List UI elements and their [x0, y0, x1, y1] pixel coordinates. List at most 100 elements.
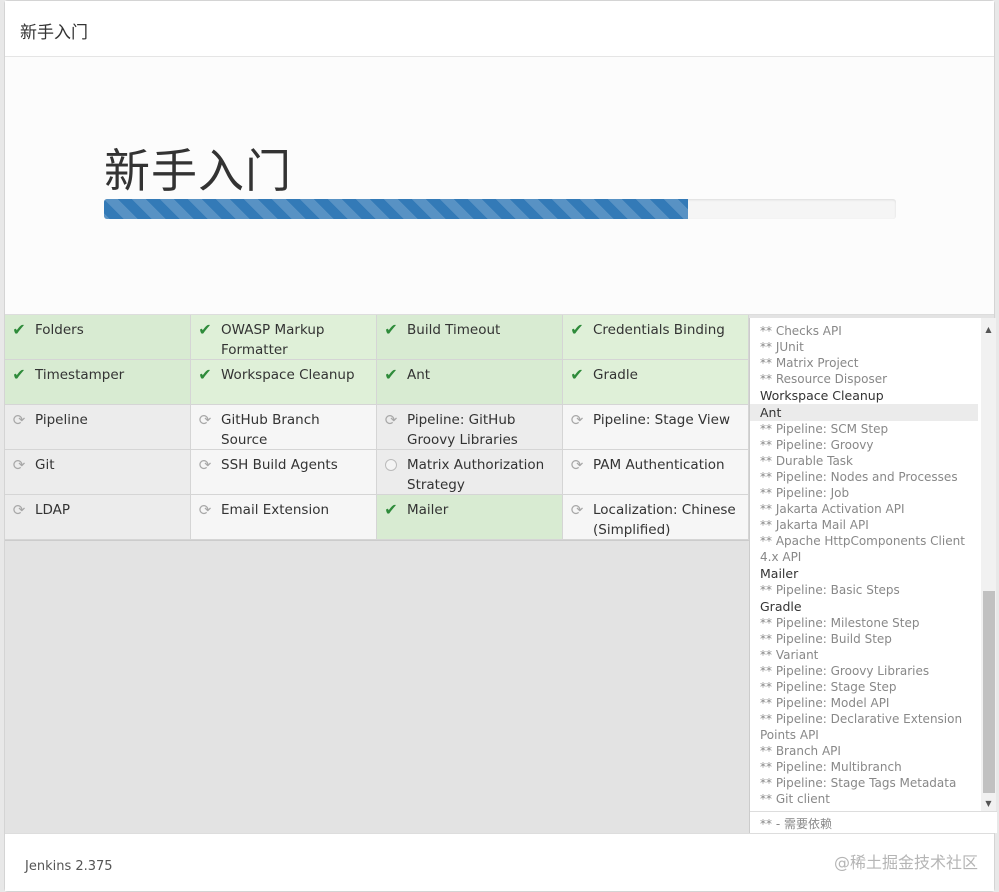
- plugin-name: GitHub Branch Source: [221, 412, 320, 448]
- check-icon: ✔: [384, 365, 398, 384]
- plugin-name: Matrix Authorization Strategy: [407, 457, 545, 493]
- plugin-cell: ✔ OWASP Markup Formatter: [191, 315, 377, 360]
- plugin-cell: ✔ Gradle: [563, 360, 749, 405]
- refresh-icon: ⟳: [384, 411, 398, 429]
- plugin-name: Mailer: [407, 502, 449, 518]
- install-log-lines: ** Checks API ** JUnit ** Matrix Project **…: [750, 323, 984, 807]
- plugin-cell: ✔ Credentials Binding: [563, 315, 749, 360]
- hero-section: 新手入门: [5, 57, 994, 315]
- dependency-legend: ** - 需要依赖: [750, 811, 997, 833]
- scroll-down-arrow-icon[interactable]: ▼: [981, 796, 996, 811]
- dialog-header: 新手入门: [5, 1, 994, 57]
- plugin-cell: ⟳ Pipeline: Stage View: [563, 405, 749, 450]
- plugin-name: Pipeline: Stage View: [593, 412, 731, 428]
- log-line: ** Pipeline: Nodes and Processes: [760, 470, 958, 484]
- check-icon: ✔: [570, 320, 584, 339]
- log-line: ** Pipeline: Stage Step: [760, 680, 897, 694]
- refresh-icon: ⟳: [570, 411, 584, 429]
- refresh-icon: ⟳: [12, 501, 26, 519]
- install-log-scroll[interactable]: ** Checks API ** JUnit ** Matrix Project **…: [750, 318, 997, 811]
- log-line: ** Pipeline: Model API: [760, 696, 890, 710]
- log-line: ** Matrix Project: [760, 356, 859, 370]
- watermark: @稀土掘金技术社区: [833, 853, 978, 872]
- plugin-name: LDAP: [35, 502, 71, 518]
- install-progress-fill: [104, 199, 688, 219]
- log-line: ** Pipeline: Milestone Step: [760, 616, 920, 630]
- plugin-name: Gradle: [593, 367, 638, 383]
- plugin-name: Build Timeout: [407, 322, 501, 338]
- install-log-panel: ** Checks API ** JUnit ** Matrix Project **…: [749, 318, 997, 833]
- log-line: ** JUnit: [760, 340, 804, 354]
- log-line: ** Branch API: [760, 744, 841, 758]
- check-icon: ✔: [384, 500, 398, 519]
- plugin-cell: ⟳ Email Extension: [191, 495, 377, 540]
- plugin-cell: ⟳ Localization: Chinese (Simplified): [563, 495, 749, 540]
- dialog-title: 新手入门: [20, 23, 88, 43]
- plugin-name: SSH Build Agents: [221, 457, 338, 473]
- log-line: ** Jakarta Activation API: [760, 502, 905, 516]
- scroll-thumb[interactable]: [983, 591, 995, 793]
- check-icon: ✔: [570, 365, 584, 384]
- refresh-icon: ⟳: [12, 411, 26, 429]
- log-line: ** Pipeline: Multibranch: [760, 760, 902, 774]
- refresh-icon: ⟳: [570, 501, 584, 519]
- log-line: ** Pipeline: Groovy: [760, 438, 874, 452]
- log-scrollbar[interactable]: ▲ ▼: [981, 318, 996, 811]
- log-line: Gradle: [760, 599, 802, 614]
- refresh-icon: ⟳: [198, 411, 212, 429]
- check-icon: ✔: [12, 320, 26, 339]
- plugin-cell: ⟳ Pipeline: GitHub Groovy Libraries: [377, 405, 563, 450]
- plugin-cell: ✔ Mailer: [377, 495, 563, 540]
- plugin-name: Localization: Chinese (Simplified): [593, 502, 736, 538]
- log-line: ** Pipeline: Groovy Libraries: [760, 664, 930, 678]
- jenkins-version: Jenkins 2.375: [25, 859, 113, 874]
- log-line: ** Variant: [760, 648, 819, 662]
- refresh-icon: ⟳: [198, 501, 212, 519]
- plugin-cell: Matrix Authorization Strategy: [377, 450, 563, 495]
- plugin-name: Git: [35, 457, 55, 473]
- plugin-cell: ✔ Build Timeout: [377, 315, 563, 360]
- plugin-name: Credentials Binding: [593, 322, 725, 338]
- plugin-cell: ⟳ PAM Authentication: [563, 450, 749, 495]
- install-content: ✔ Folders ✔ OWASP Markup Formatter ✔ Build Ti…: [5, 315, 997, 833]
- plugin-cell: ⟳ GitHub Branch Source: [191, 405, 377, 450]
- circle-icon: [383, 457, 399, 473]
- plugin-cell: ✔ Timestamper: [5, 360, 191, 405]
- plugin-name: Pipeline: GitHub Groovy Libraries: [407, 412, 518, 448]
- plugin-cell: ⟳ Git: [5, 450, 191, 495]
- log-line: Workspace Cleanup: [760, 388, 884, 403]
- log-line: ** Pipeline: Declarative Extension Point…: [760, 712, 963, 742]
- log-line: ** Pipeline: Build Step: [760, 632, 892, 646]
- log-line: ** Pipeline: SCM Step: [760, 422, 889, 436]
- plugin-cell: ⟳ Pipeline: [5, 405, 191, 450]
- plugin-cell: ✔ Workspace Cleanup: [191, 360, 377, 405]
- plugin-name: Email Extension: [221, 502, 330, 518]
- plugin-name: OWASP Markup Formatter: [221, 322, 325, 358]
- refresh-icon: ⟳: [570, 456, 584, 474]
- setup-wizard-dialog: 新手入门 新手入门 ✔ Folders ✔ OWASP Markup Formatte…: [4, 0, 997, 892]
- log-line: ** Jakarta Mail API: [760, 518, 869, 532]
- log-line: ** Apache HttpComponents Client 4.x API: [760, 534, 965, 564]
- plugin-cell: ✔ Ant: [377, 360, 563, 405]
- plugin-cell: ⟳ SSH Build Agents: [191, 450, 377, 495]
- check-icon: ✔: [198, 320, 212, 339]
- plugin-name: Workspace Cleanup: [221, 367, 355, 383]
- plugin-cell: ✔ Folders: [5, 315, 191, 360]
- log-line: ** Pipeline: Basic Steps: [760, 583, 900, 597]
- dialog-footer: Jenkins 2.375 @稀土掘金技术社区: [5, 833, 994, 891]
- scroll-up-arrow-icon[interactable]: ▲: [981, 322, 996, 337]
- plugin-name: Pipeline: [35, 412, 88, 428]
- check-icon: ✔: [198, 365, 212, 384]
- log-line: ** Pipeline: Stage Tags Metadata: [760, 776, 957, 790]
- log-line: ** Resource Disposer: [760, 372, 888, 386]
- plugin-name: Timestamper: [35, 367, 125, 383]
- refresh-icon: ⟳: [12, 456, 26, 474]
- plugin-name: Ant: [407, 367, 431, 383]
- check-icon: ✔: [384, 320, 398, 339]
- refresh-icon: ⟳: [198, 456, 212, 474]
- log-line: ** Durable Task: [760, 454, 853, 468]
- check-icon: ✔: [12, 365, 26, 384]
- log-line: Mailer: [760, 566, 799, 581]
- plugin-grid: ✔ Folders ✔ OWASP Markup Formatter ✔ Build Ti…: [5, 315, 749, 541]
- plugin-cell: ⟳ LDAP: [5, 495, 191, 540]
